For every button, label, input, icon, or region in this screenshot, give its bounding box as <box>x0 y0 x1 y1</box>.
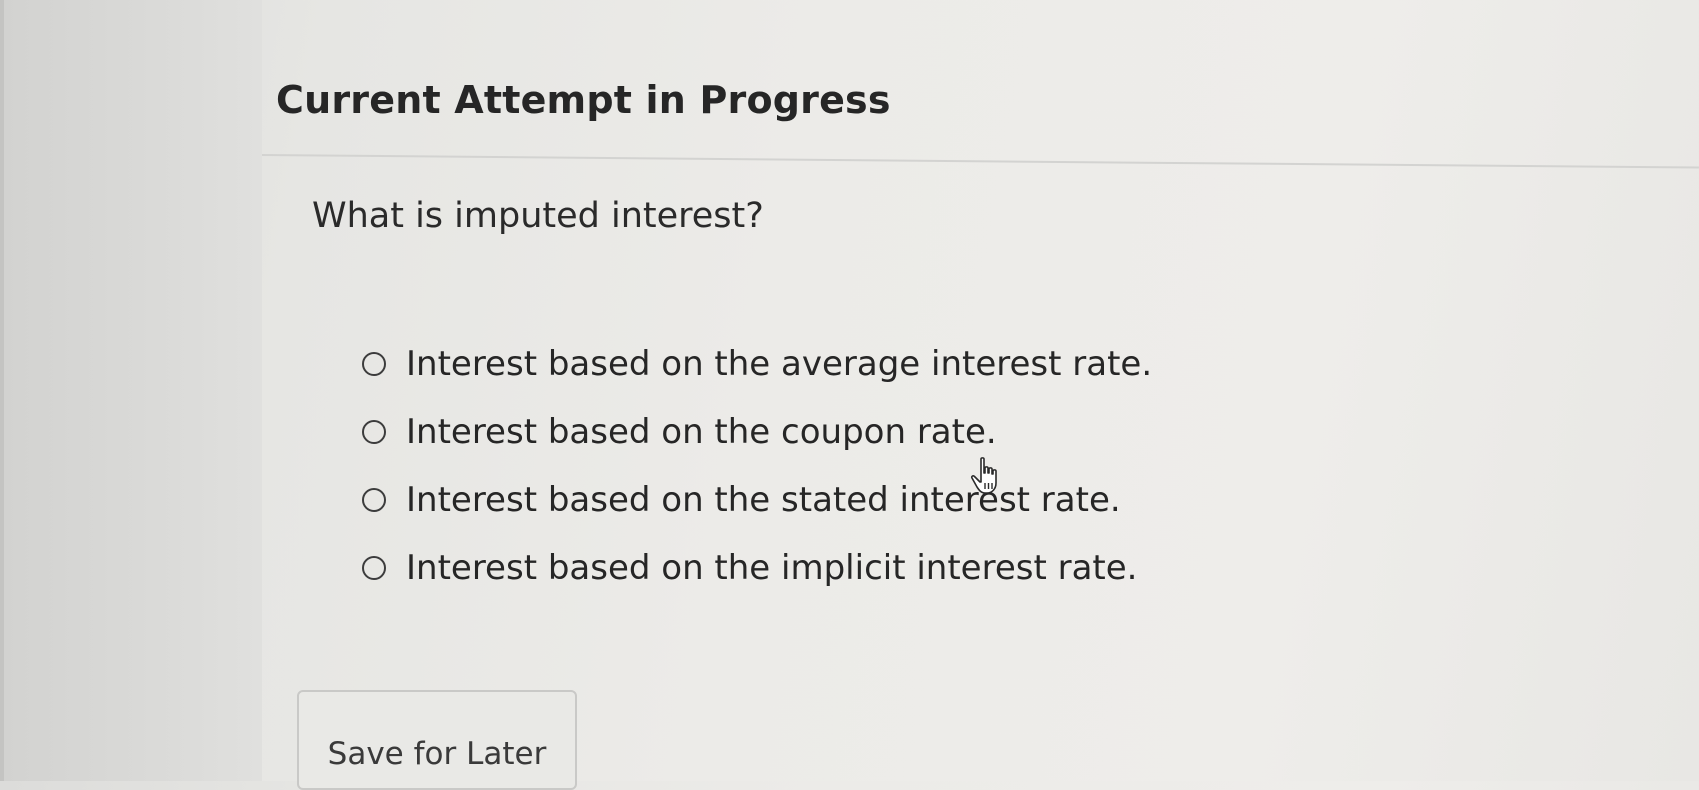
radio-button-4[interactable] <box>362 556 386 580</box>
answer-option-label: Interest based on the implicit interest … <box>406 548 1138 588</box>
answer-option-3[interactable]: Interest based on the stated interest ra… <box>362 466 1152 534</box>
answer-option-4[interactable]: Interest based on the implicit interest … <box>362 534 1152 602</box>
answer-option-2[interactable]: Interest based on the coupon rate. <box>362 398 1152 466</box>
answer-option-label: Interest based on the stated interest ra… <box>406 480 1121 520</box>
question-panel: Current Attempt in Progress What is impu… <box>261 0 1699 781</box>
hand-pointer-icon <box>970 457 997 494</box>
page-title: Current Attempt in Progress <box>276 78 891 122</box>
answer-option-1[interactable]: Interest based on the average interest r… <box>362 330 1152 398</box>
radio-button-2[interactable] <box>362 420 386 444</box>
answer-options: Interest based on the average interest r… <box>362 330 1152 602</box>
save-for-later-button[interactable]: Save for Later <box>297 690 577 790</box>
title-divider <box>261 154 1699 169</box>
answer-option-label: Interest based on the average interest r… <box>406 344 1153 384</box>
radio-button-3[interactable] <box>362 488 386 512</box>
left-edge-border <box>0 0 4 781</box>
question-text: What is imputed interest? <box>312 196 764 236</box>
radio-button-1[interactable] <box>362 352 386 376</box>
left-margin-panel <box>0 0 262 781</box>
answer-option-label: Interest based on the coupon rate. <box>406 412 997 452</box>
